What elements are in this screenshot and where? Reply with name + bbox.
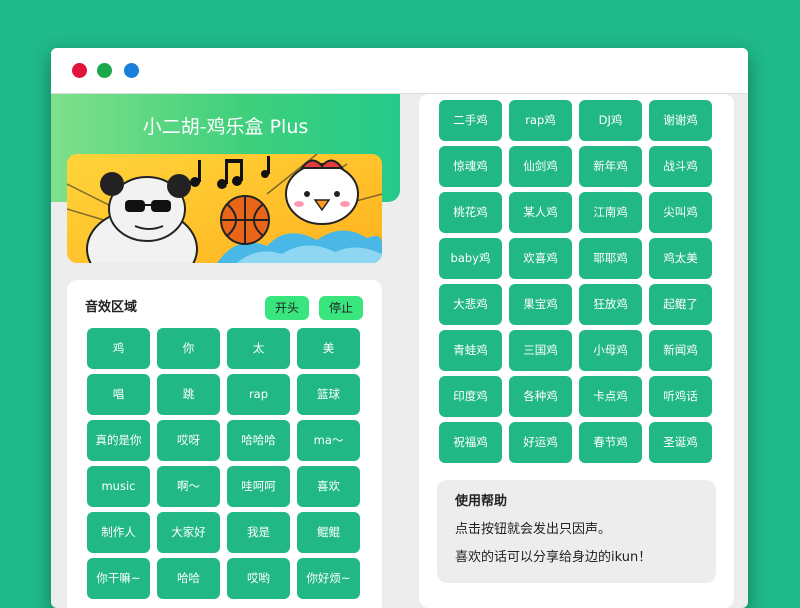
sound-button-grid: 鸡 你 太 美 唱 跳 rap 篮球 真的是你 哎呀 哈哈哈 ma～ music… — [87, 328, 363, 599]
chicken-button[interactable]: 青蛙鸡 — [439, 330, 502, 371]
sound-button[interactable]: 喜欢 — [297, 466, 360, 507]
sound-button[interactable]: 哇呵呵 — [227, 466, 290, 507]
sound-button[interactable]: 太 — [227, 328, 290, 369]
sound-button[interactable]: 我是 — [227, 512, 290, 553]
chicken-button[interactable]: 小母鸡 — [579, 330, 642, 371]
chicken-button[interactable]: 祝福鸡 — [439, 422, 502, 463]
help-text: 点击按钮就会发出只因声。 — [455, 522, 612, 537]
chicken-sounds-card: 二手鸡 rap鸡 DJ鸡 谢谢鸡 惊魂鸡 仙剑鸡 新年鸡 战斗鸡 桃花鸡 某人鸡… — [419, 94, 734, 608]
chicken-button[interactable]: 好运鸡 — [509, 422, 572, 463]
sound-button[interactable]: 哎呀 — [157, 420, 220, 461]
sound-button[interactable]: 哎哟 — [227, 558, 290, 599]
minimize-window-dot[interactable] — [97, 63, 112, 78]
sound-button[interactable]: 啊～ — [157, 466, 220, 507]
chicken-button[interactable]: 新闻鸡 — [649, 330, 712, 371]
chicken-button[interactable]: 新年鸡 — [579, 146, 642, 187]
chicken-button-grid: 二手鸡 rap鸡 DJ鸡 谢谢鸡 惊魂鸡 仙剑鸡 新年鸡 战斗鸡 桃花鸡 某人鸡… — [439, 100, 715, 463]
chicken-button[interactable]: 耶耶鸡 — [579, 238, 642, 279]
chicken-button[interactable]: 起鲲了 — [649, 284, 712, 325]
sound-effects-card: 音效区域 开头 停止 鸡 你 太 美 唱 跳 rap 篮球 真的是你 哎呀 哈哈… — [67, 280, 382, 608]
sound-button[interactable]: 哈哈 — [157, 558, 220, 599]
chicken-button[interactable]: 战斗鸡 — [649, 146, 712, 187]
chicken-button[interactable]: 各种鸡 — [509, 376, 572, 417]
chicken-button[interactable]: 圣诞鸡 — [649, 422, 712, 463]
maximize-window-dot[interactable] — [124, 63, 139, 78]
chicken-button[interactable]: 鸡太美 — [649, 238, 712, 279]
chicken-button[interactable]: 欢喜鸡 — [509, 238, 572, 279]
close-window-dot[interactable] — [72, 63, 87, 78]
sound-button[interactable]: 大家好 — [157, 512, 220, 553]
chicken-button[interactable]: 桃花鸡 — [439, 192, 502, 233]
sound-button[interactable]: 你干嘛~ — [87, 558, 150, 599]
chicken-button[interactable]: 尖叫鸡 — [649, 192, 712, 233]
sound-button[interactable]: 你好烦~ — [297, 558, 360, 599]
browser-window: 小二胡-鸡乐盒 Plus 音效区域 开头 停止 鸡 你 太 美 唱 跳 rap … — [51, 48, 748, 608]
left-panel: 小二胡-鸡乐盒 Plus 音效区域 开头 停止 鸡 你 太 美 唱 跳 rap … — [51, 94, 400, 608]
banner-illustration — [67, 154, 382, 263]
sound-button[interactable]: ma～ — [297, 420, 360, 461]
chicken-button[interactable]: 江南鸡 — [579, 192, 642, 233]
sound-button[interactable]: 美 — [297, 328, 360, 369]
sound-button[interactable]: 鸡 — [87, 328, 150, 369]
app-title: 小二胡-鸡乐盒 Plus — [142, 116, 309, 138]
chicken-button[interactable]: 卡点鸡 — [579, 376, 642, 417]
sound-button[interactable]: 制作人 — [87, 512, 150, 553]
help-title: 使用帮助 — [455, 494, 508, 509]
help-text: 喜欢的话可以分享给身边的ikun！ — [455, 550, 652, 565]
chicken-button[interactable]: 果宝鸡 — [509, 284, 572, 325]
sound-button[interactable]: 哈哈哈 — [227, 420, 290, 461]
chicken-button[interactable]: rap鸡 — [509, 100, 572, 141]
chicken-button[interactable]: DJ鸡 — [579, 100, 642, 141]
chicken-button[interactable]: 印度鸡 — [439, 376, 502, 417]
chicken-button[interactable]: 听鸡话 — [649, 376, 712, 417]
sound-button[interactable]: 篮球 — [297, 374, 360, 415]
chicken-button[interactable]: 春节鸡 — [579, 422, 642, 463]
section-title: 音效区域 — [85, 300, 138, 315]
chicken-button[interactable]: 三国鸡 — [509, 330, 572, 371]
window-titlebar — [51, 48, 748, 94]
chicken-button[interactable]: 狂放鸡 — [579, 284, 642, 325]
chicken-button[interactable]: 惊魂鸡 — [439, 146, 502, 187]
chicken-button[interactable]: 大悲鸡 — [439, 284, 502, 325]
stop-button[interactable]: 停止 — [319, 296, 364, 320]
sound-button[interactable]: 跳 — [157, 374, 220, 415]
chicken-button[interactable]: baby鸡 — [439, 238, 502, 279]
banner-image — [67, 154, 382, 263]
chicken-button[interactable]: 二手鸡 — [439, 100, 502, 141]
sound-button[interactable]: 唱 — [87, 374, 150, 415]
sound-button[interactable]: 真的是你 — [87, 420, 150, 461]
start-button[interactable]: 开头 — [265, 296, 310, 320]
chicken-button[interactable]: 某人鸡 — [509, 192, 572, 233]
sound-button[interactable]: 鲲鲲 — [297, 512, 360, 553]
chicken-button[interactable]: 仙剑鸡 — [509, 146, 572, 187]
sound-button[interactable]: music — [87, 466, 150, 507]
sound-button[interactable]: rap — [227, 374, 290, 415]
help-card: 使用帮助 点击按钮就会发出只因声。 喜欢的话可以分享给身边的ikun！ — [437, 480, 716, 583]
sound-button[interactable]: 你 — [157, 328, 220, 369]
chicken-button[interactable]: 谢谢鸡 — [649, 100, 712, 141]
